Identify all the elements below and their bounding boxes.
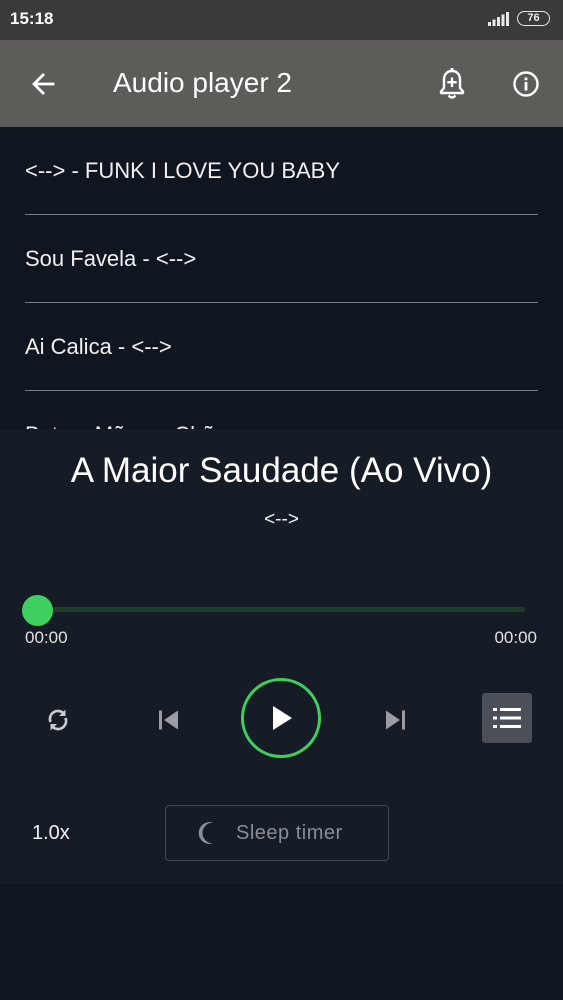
info-button[interactable] <box>504 62 548 106</box>
list-icon <box>493 708 521 728</box>
playlist-item[interactable]: Ai Calica - <--> <box>25 303 538 391</box>
status-time: 15:18 <box>10 9 54 28</box>
seek-bar[interactable] <box>37 607 525 612</box>
play-icon <box>273 706 292 730</box>
sleep-timer-label: Sleep timer <box>236 821 343 844</box>
skip-previous-icon <box>159 710 178 730</box>
repeat-icon <box>48 709 68 731</box>
moon-icon <box>198 822 213 844</box>
total-time: 00:00 <box>494 628 537 647</box>
skip-next-icon <box>386 710 405 730</box>
elapsed-time: 00:00 <box>25 628 68 647</box>
page-title: Audio player 2 <box>113 67 293 98</box>
info-icon <box>513 71 539 97</box>
playlist-toggle-button[interactable] <box>482 693 532 743</box>
previous-button[interactable] <box>147 698 191 742</box>
sleep-timer-button[interactable]: Sleep timer <box>165 805 389 861</box>
back-button[interactable] <box>22 62 66 106</box>
battery-icon: 76 <box>517 11 550 26</box>
playlist-item[interactable]: Bota a Mão no Chão - <--> <box>25 391 538 429</box>
now-playing-artist: <--> <box>264 509 299 530</box>
signal-icon <box>488 12 509 26</box>
play-button[interactable] <box>241 678 321 758</box>
playback-speed[interactable]: 1.0x <box>32 822 70 845</box>
player-panel: A Maior Saudade (Ao Vivo) <--> 00:00 00:… <box>0 429 563 884</box>
app-bar: Audio player 2 <box>0 40 563 127</box>
playlist-item[interactable]: Sou Favela - <--> <box>25 215 538 303</box>
now-playing-title: A Maior Saudade (Ao Vivo) <box>70 451 493 490</box>
bell-plus-icon <box>439 68 465 99</box>
next-button[interactable] <box>373 698 417 742</box>
repeat-button[interactable] <box>36 698 80 742</box>
seek-thumb[interactable] <box>22 595 53 626</box>
add-alarm-button[interactable] <box>430 62 474 106</box>
arrow-left-icon <box>32 73 55 95</box>
playlist: <--> - FUNK I LOVE YOU BABY Sou Favela -… <box>0 127 563 429</box>
status-bar: 15:18 76 <box>0 0 563 40</box>
playlist-item[interactable]: <--> - FUNK I LOVE YOU BABY <box>25 127 538 215</box>
